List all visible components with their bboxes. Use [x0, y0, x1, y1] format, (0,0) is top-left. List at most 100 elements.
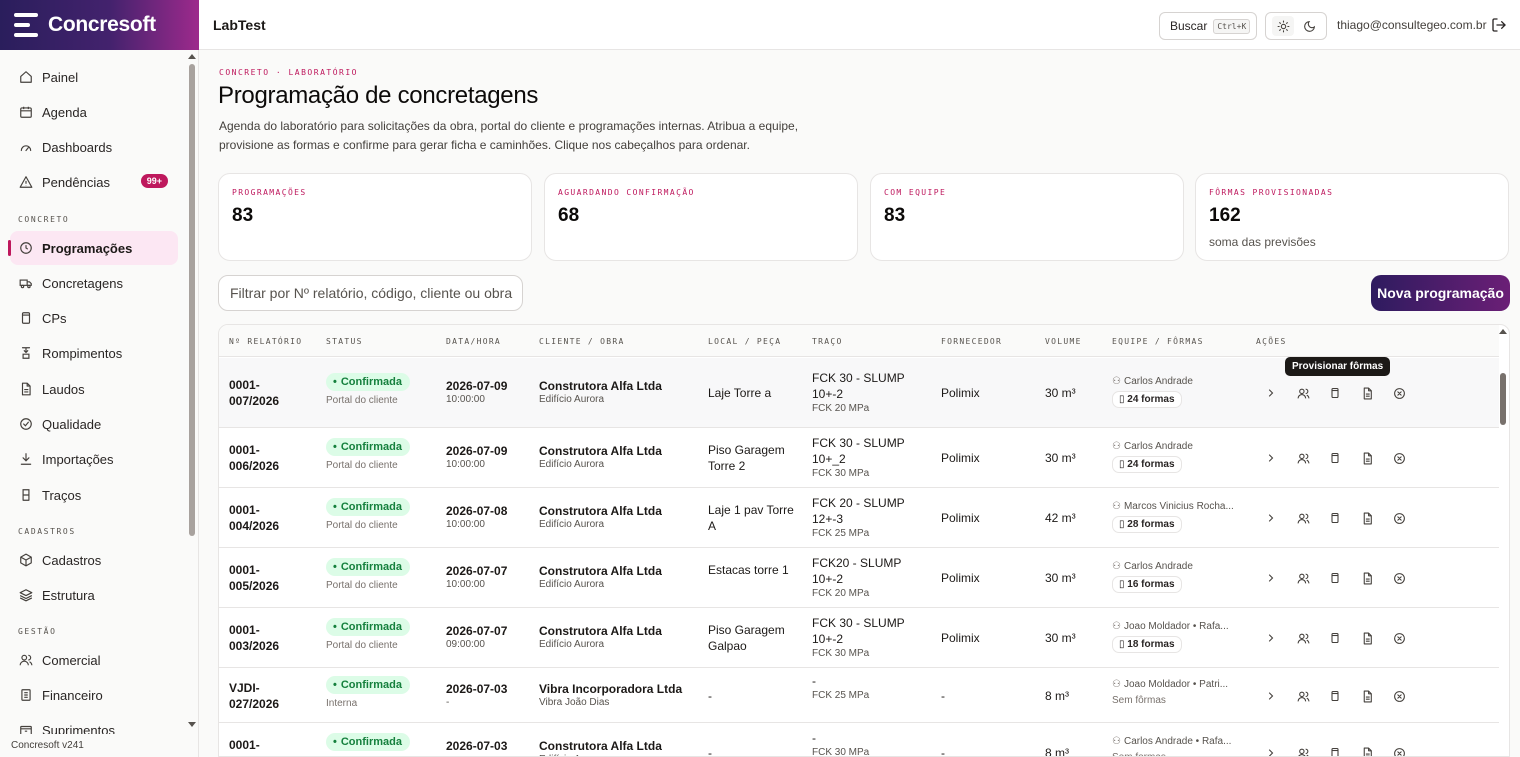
sidebar-item-painel[interactable]: Painel	[10, 60, 178, 94]
sidebar-item-agenda[interactable]: Agenda	[10, 95, 178, 129]
sidebar-item-label: CPs	[42, 310, 67, 326]
cancel-icon[interactable]	[1391, 570, 1407, 586]
sidebar-item-tracos[interactable]: Traços	[10, 478, 178, 512]
report-number[interactable]: 0001-007/2026	[229, 377, 299, 409]
chevron-right-icon[interactable]	[1263, 510, 1279, 526]
filter-input[interactable]	[218, 275, 523, 311]
sidebar-item-importacoes[interactable]: Importações	[10, 442, 178, 476]
column-header[interactable]: FORNECEDOR	[941, 337, 1002, 346]
cancel-icon[interactable]	[1391, 385, 1407, 401]
scroll-thumb[interactable]	[189, 64, 195, 536]
chevron-right-icon[interactable]	[1263, 688, 1279, 704]
table-row[interactable]: 0001-005/2026 Confirmada Portal do clien…	[219, 548, 1499, 608]
report-number[interactable]: 0001-004/2026	[229, 502, 299, 534]
provision-forms-icon[interactable]	[1327, 385, 1343, 401]
sidebar-item-dashboards[interactable]: Dashboards	[10, 130, 178, 164]
table-row[interactable]: VJDI-027/2026 Confirmada Interna 2026-07…	[219, 668, 1499, 723]
provision-forms-icon[interactable]	[1327, 570, 1343, 586]
provision-forms-icon[interactable]	[1327, 630, 1343, 646]
provision-forms-icon[interactable]	[1327, 688, 1343, 704]
sidebar-item-programacoes[interactable]: Programações	[8, 231, 178, 265]
sidebar-item-financeiro[interactable]: Financeiro	[10, 678, 178, 712]
cancel-icon[interactable]	[1391, 688, 1407, 704]
sidebar-item-pendencias[interactable]: Pendências 99+	[10, 165, 178, 199]
column-header[interactable]: TRAÇO	[812, 337, 843, 346]
provision-forms-icon[interactable]	[1327, 745, 1343, 756]
sidebar-item-label: Traços	[42, 487, 82, 503]
column-header[interactable]: AÇÕES	[1256, 337, 1287, 346]
moon-icon[interactable]	[1298, 16, 1320, 36]
table-scrollbar[interactable]	[1497, 325, 1509, 757]
column-header[interactable]: VOLUME	[1045, 337, 1082, 346]
sidebar-item-label: Estrutura	[42, 587, 95, 603]
chevron-right-icon[interactable]	[1263, 570, 1279, 586]
report-number[interactable]: 0001-005/2026	[229, 562, 299, 594]
report-icon[interactable]	[1359, 450, 1375, 466]
theme-toggle[interactable]	[1265, 12, 1327, 40]
chevron-right-icon[interactable]	[1263, 745, 1279, 756]
scroll-up-icon[interactable]	[188, 54, 196, 59]
chevron-right-icon[interactable]	[1263, 385, 1279, 401]
sidebar-item-comercial[interactable]: Comercial	[10, 643, 178, 677]
column-header[interactable]: Nº RELATÓRIO	[229, 337, 302, 346]
scroll-up-icon[interactable]	[1499, 329, 1507, 334]
fck-value: FCK 30 MPa	[812, 468, 870, 479]
sidebar-item-rompimentos[interactable]: Rompimentos	[10, 336, 178, 370]
status-badge: Confirmada	[326, 676, 410, 694]
provision-forms-icon[interactable]	[1327, 510, 1343, 526]
column-header[interactable]: DATA/HORA	[446, 337, 501, 346]
provision-forms-icon[interactable]	[1327, 450, 1343, 466]
user-email[interactable]: thiago@consultegeo.com.br	[1337, 18, 1487, 32]
cancel-icon[interactable]	[1391, 745, 1407, 756]
sidebar-item-estrutura[interactable]: Estrutura	[10, 578, 178, 612]
sidebar-item-cadastros[interactable]: Cadastros	[10, 543, 178, 577]
sidebar-item-suprimentos[interactable]: Suprimentos	[10, 713, 178, 734]
assign-team-icon[interactable]	[1295, 510, 1311, 526]
report-icon[interactable]	[1359, 745, 1375, 756]
scroll-thumb[interactable]	[1500, 373, 1506, 425]
new-programacao-button[interactable]: Nova programação	[1371, 275, 1510, 311]
column-header[interactable]: LOCAL / PEÇA	[708, 337, 781, 346]
cancel-icon[interactable]	[1391, 510, 1407, 526]
report-number[interactable]: 0001-003/2026	[229, 622, 299, 654]
column-header[interactable]: EQUIPE / FÔRMAS	[1112, 337, 1204, 346]
column-header[interactable]: STATUS	[326, 337, 363, 346]
report-number[interactable]: VJDI-027/2026	[229, 680, 299, 712]
sidebar-item-label: Importações	[42, 451, 114, 467]
cancel-icon[interactable]	[1391, 630, 1407, 646]
sidebar-item-cps[interactable]: CPs	[10, 301, 178, 335]
chevron-right-icon[interactable]	[1263, 450, 1279, 466]
scroll-down-icon[interactable]	[188, 722, 196, 727]
report-icon[interactable]	[1359, 510, 1375, 526]
logout-icon[interactable]	[1491, 17, 1507, 33]
assign-team-icon[interactable]	[1295, 570, 1311, 586]
sidebar-item-qualidade[interactable]: Qualidade	[10, 407, 178, 441]
brand-header[interactable]: Concresoft	[0, 0, 199, 50]
sidebar-item-laudos[interactable]: Laudos	[10, 372, 178, 406]
column-header[interactable]: CLIENTE / OBRA	[539, 337, 625, 346]
table-row[interactable]: 0001-003/2026 Confirmada Portal do clien…	[219, 608, 1499, 668]
table-row[interactable]: 0001-006/2026 Confirmada Portal do clien…	[219, 428, 1499, 488]
team-members: ⚇ Carlos Andrade • Rafa...	[1112, 736, 1242, 747]
report-number[interactable]: 0001-006/2026	[229, 442, 299, 474]
status-badge: Confirmada	[326, 733, 410, 751]
assign-team-icon[interactable]	[1295, 450, 1311, 466]
assign-team-icon[interactable]	[1295, 745, 1311, 756]
sidebar-item-concretagens[interactable]: Concretagens	[10, 266, 178, 300]
assign-team-icon[interactable]	[1295, 630, 1311, 646]
sun-icon[interactable]	[1272, 16, 1294, 36]
assign-team-icon[interactable]	[1295, 688, 1311, 704]
report-icon[interactable]	[1359, 570, 1375, 586]
sidebar-scrollbar[interactable]	[188, 54, 196, 730]
origin-label: Portal do cliente	[326, 395, 398, 406]
report-icon[interactable]	[1359, 688, 1375, 704]
chevron-right-icon[interactable]	[1263, 630, 1279, 646]
report-icon[interactable]	[1359, 385, 1375, 401]
search-button[interactable]: Buscar Ctrl+K	[1159, 12, 1257, 40]
report-icon[interactable]	[1359, 630, 1375, 646]
cancel-icon[interactable]	[1391, 450, 1407, 466]
assign-team-icon[interactable]	[1295, 385, 1311, 401]
report-number[interactable]: 0001-021/2026	[229, 737, 299, 756]
table-row[interactable]: 0001-004/2026 Confirmada Portal do clien…	[219, 488, 1499, 548]
table-row[interactable]: 0001-021/2026 Confirmada 2026-07-03 - Co…	[219, 723, 1499, 756]
